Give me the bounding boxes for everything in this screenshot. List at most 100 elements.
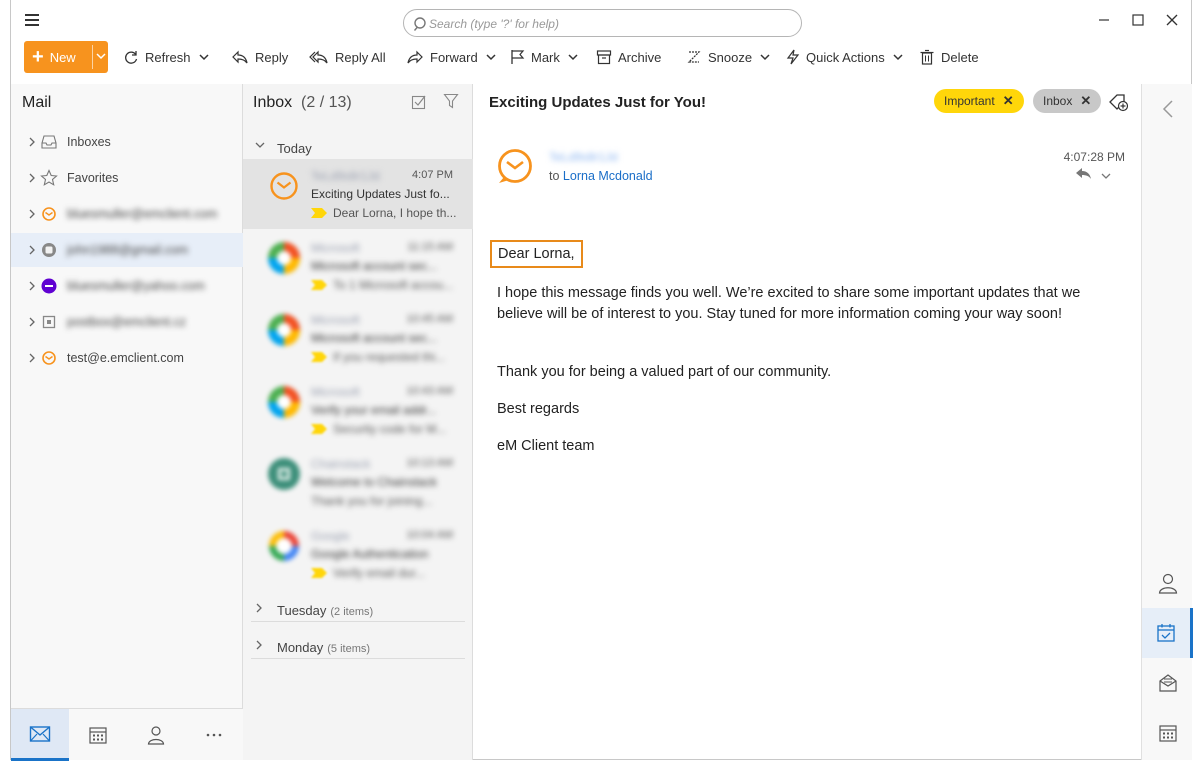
refresh-button[interactable]: Refresh	[123, 40, 209, 74]
chevron-right-icon[interactable]	[255, 640, 263, 650]
chevron-down-icon[interactable]	[1101, 171, 1111, 181]
chevron-down-icon[interactable]	[893, 52, 903, 62]
group-today[interactable]: Today	[251, 132, 465, 160]
close-icon[interactable]	[1162, 10, 1182, 30]
add-tag-icon[interactable]	[1108, 92, 1128, 112]
snooze-button[interactable]: Snooze	[686, 40, 770, 74]
delete-button[interactable]: Delete	[919, 40, 979, 74]
message-list-item[interactable]: Google 10:04 AM Google Authentication Ve…	[243, 519, 473, 589]
more-modules-button[interactable]	[185, 709, 243, 761]
forward-icon	[407, 50, 423, 64]
calendar-module-button[interactable]	[69, 709, 127, 761]
message-sender: TeLd9s8r1Jd	[311, 169, 380, 183]
filter-icon[interactable]	[443, 93, 459, 109]
chevron-right-icon[interactable]	[28, 209, 36, 219]
chevron-down-icon[interactable]	[199, 52, 209, 62]
message-subject: Microsoft account sec...	[311, 259, 438, 273]
search-icon	[413, 17, 426, 31]
forward-button[interactable]: Forward	[406, 40, 496, 74]
sender-name[interactable]: TeLd9s8r1Jd	[549, 150, 618, 164]
message-list-item[interactable]: Chainstack 10:13 AM Welcome to Chainstac…	[243, 447, 473, 517]
pane-title: Mail	[22, 94, 52, 111]
sidebar-item-account[interactable]: john1988@gmail.com	[11, 233, 243, 267]
emclient-icon	[42, 207, 56, 221]
chevron-right-icon[interactable]	[255, 603, 263, 613]
remove-tag-icon[interactable]: ✕	[1003, 93, 1014, 109]
quick-reply-button[interactable]	[1075, 167, 1111, 184]
chevron-right-icon[interactable]	[28, 245, 36, 255]
sidebar-item-account[interactable]: postbox@emclient.cz	[11, 305, 243, 339]
account-icon	[42, 315, 56, 329]
reply-all-button[interactable]: Reply All	[309, 40, 386, 74]
communication-history-button[interactable]	[1142, 658, 1193, 708]
group-tuesday[interactable]: Tuesday (2 items)	[251, 594, 465, 622]
message-sender: Chainstack	[311, 457, 371, 471]
right-sidebar	[1141, 84, 1193, 760]
search-input[interactable]: Search (type '?' for help)	[403, 9, 802, 37]
contacts-module-button[interactable]	[127, 709, 185, 761]
chevron-right-icon[interactable]	[28, 281, 36, 291]
reply-button[interactable]: Reply	[231, 40, 288, 74]
quick-actions-button[interactable]: Quick Actions	[786, 40, 903, 74]
maximize-icon[interactable]	[1128, 10, 1148, 30]
calendar-icon	[1158, 725, 1177, 742]
recipient-link[interactable]: Lorna Mcdonald	[563, 169, 653, 183]
forward-label: Forward	[430, 49, 478, 65]
chevron-down-icon[interactable]	[568, 52, 578, 62]
minimize-icon[interactable]	[1094, 10, 1114, 30]
message-list-item[interactable]: Microsoft 10:45 AM Microsoft account sec…	[243, 303, 473, 373]
greeting-text: Dear Lorna,	[490, 240, 583, 268]
hamburger-menu-icon[interactable]	[25, 14, 39, 26]
mark-button[interactable]: Mark	[509, 40, 578, 74]
flag-icon	[511, 50, 525, 64]
chevron-right-icon[interactable]	[28, 353, 36, 363]
chevron-right-icon[interactable]	[28, 317, 36, 327]
message-preview: To 1 Microsoft accou...	[333, 278, 454, 292]
sidebar-item-account[interactable]: test@e.emclient.com	[11, 341, 243, 375]
calendar-check-icon	[1157, 624, 1175, 642]
message-preview: Dear Lorna, I hope th...	[333, 206, 457, 220]
message-preview: Verify email dur...	[333, 566, 426, 580]
chevron-left-icon	[1162, 100, 1173, 118]
quick-actions-label: Quick Actions	[806, 49, 885, 65]
chevron-right-icon[interactable]	[28, 137, 36, 147]
tag-inbox[interactable]: Inbox ✕	[1033, 89, 1102, 113]
sidebar-item-inboxes[interactable]: Inboxes	[11, 125, 243, 159]
collapse-sidebar-button[interactable]	[1142, 84, 1193, 134]
calendar-icon	[89, 727, 107, 744]
received-time: 4:07:28 PM	[1063, 150, 1125, 164]
message-preview: Thank you for joining...	[311, 494, 433, 508]
chevron-down-icon[interactable]	[96, 51, 106, 61]
agenda-button[interactable]	[1142, 608, 1193, 658]
contact-details-button[interactable]	[1142, 558, 1193, 608]
sidebar-item-account[interactable]: bluesmuller@emclient.com	[11, 197, 243, 231]
sidebar-item-label: bluesmuller@yahoo.com	[67, 279, 205, 293]
new-button[interactable]: + New	[24, 41, 108, 73]
inbox-icon	[41, 135, 57, 149]
delete-label: Delete	[941, 49, 979, 65]
message-list-title: Inbox (2 / 13)	[253, 94, 352, 112]
chevron-right-icon[interactable]	[28, 173, 36, 183]
chevron-down-icon[interactable]	[486, 52, 496, 62]
emclient-avatar-icon	[270, 172, 298, 200]
message-sender: Microsoft	[311, 241, 360, 255]
message-subject: Google Authentication	[311, 547, 429, 561]
message-list-item[interactable]: Microsoft 10:43 AM Verify your email add…	[243, 375, 473, 445]
sidebar-item-account[interactable]: bluesmuller@yahoo.com	[11, 269, 243, 303]
message-list-item[interactable]: TeLd9s8r1Jd 4:07 PM Exciting Updates Jus…	[243, 159, 473, 229]
calendar-button[interactable]	[1142, 708, 1193, 758]
select-all-icon[interactable]	[411, 94, 427, 110]
chevron-down-icon[interactable]	[760, 52, 770, 62]
plus-icon: +	[32, 46, 44, 68]
group-monday[interactable]: Monday (5 items)	[251, 631, 465, 659]
mail-module-button[interactable]	[11, 709, 69, 761]
remove-tag-icon[interactable]: ✕	[1080, 93, 1091, 109]
refresh-label: Refresh	[145, 49, 191, 65]
archive-button[interactable]: Archive	[596, 40, 661, 74]
lightning-icon	[786, 49, 800, 65]
sidebar-item-label: Inboxes	[67, 135, 111, 149]
message-list-item[interactable]: Microsoft 11:15 AM Microsoft account sec…	[243, 231, 473, 301]
sidebar-item-favorites[interactable]: Favorites	[11, 161, 243, 195]
chevron-down-icon[interactable]	[255, 141, 265, 149]
tag-important[interactable]: Important ✕	[934, 89, 1024, 113]
